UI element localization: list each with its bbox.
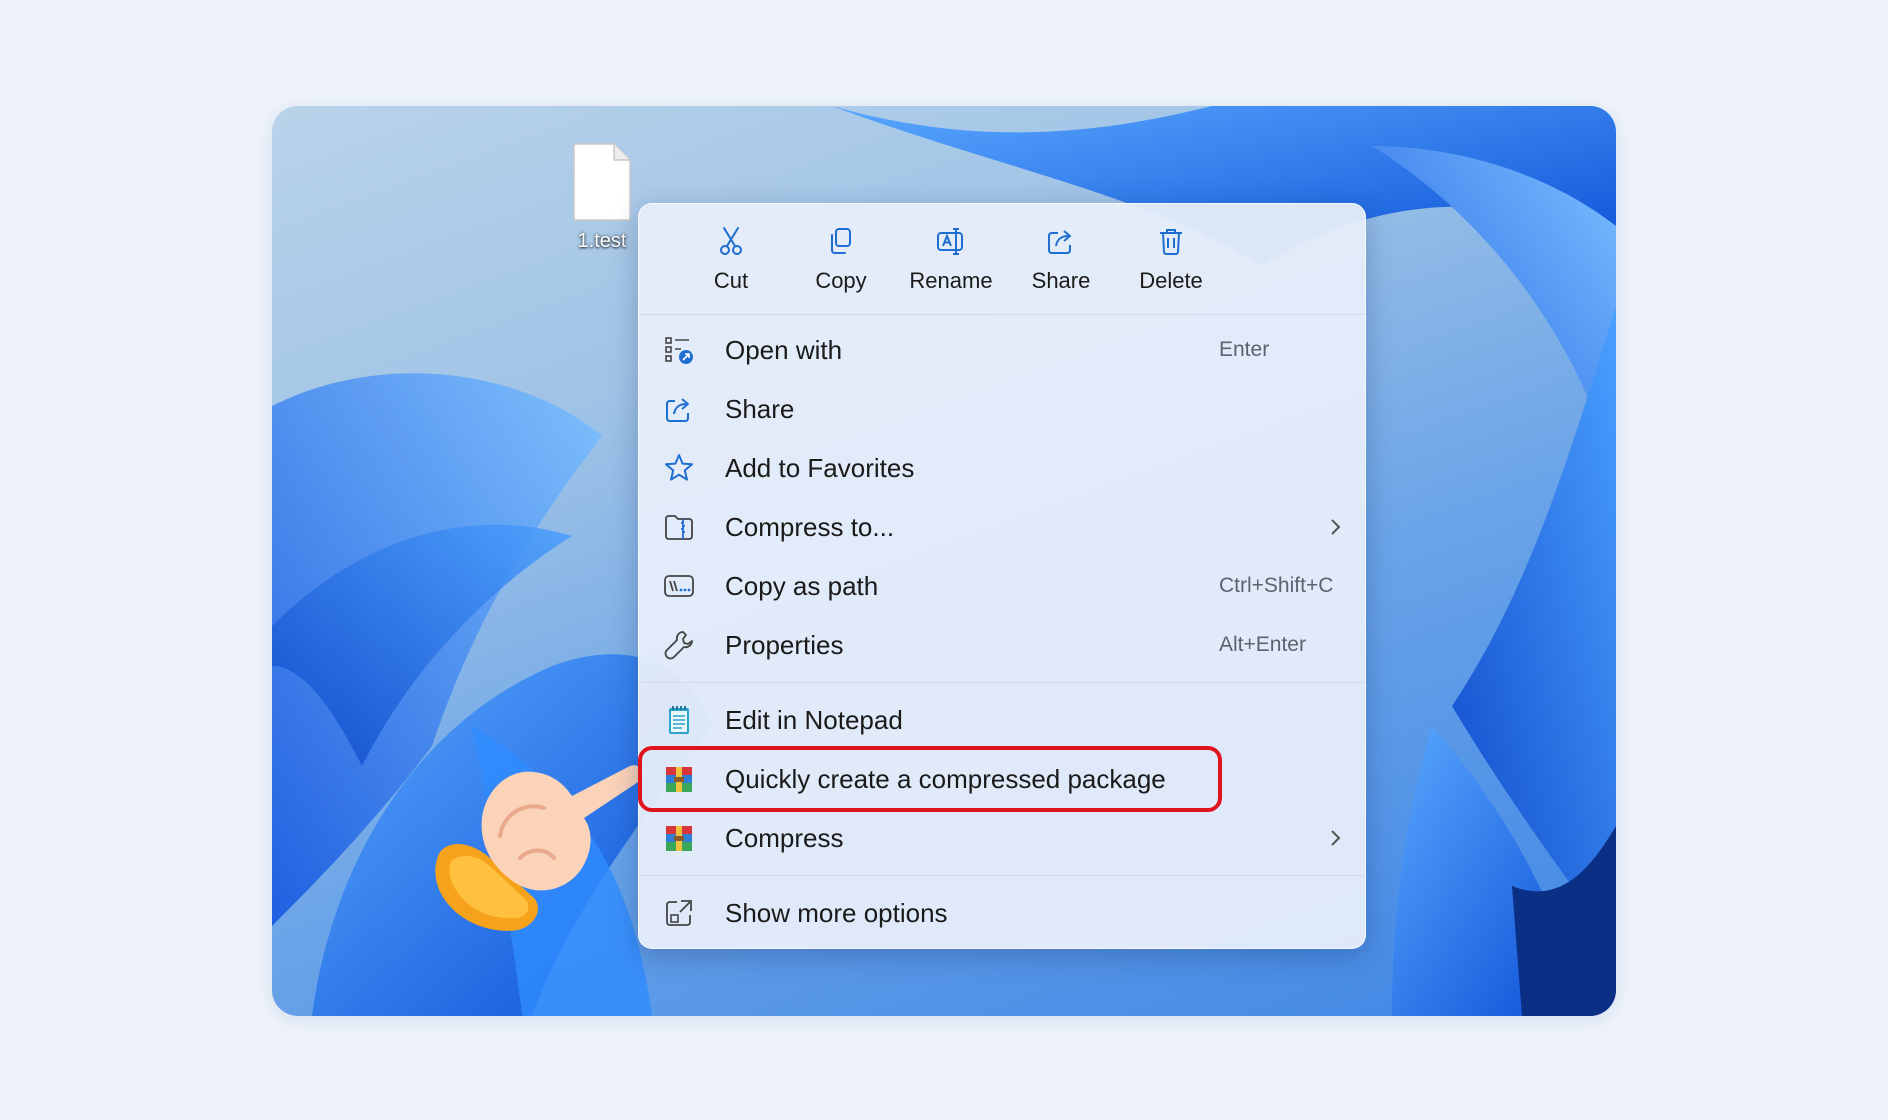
menu-item-open-with[interactable]: Open with Enter [645,322,1359,378]
open-with-icon [665,337,693,364]
delete-label: Delete [1139,268,1203,293]
menu-separator [639,314,1365,315]
notepad-icon [669,706,689,734]
rename-button[interactable]: Rename [899,222,1003,306]
menu-item-compress[interactable]: Compress [645,810,1359,866]
menu-item-edit-in-notepad[interactable]: Edit in Notepad [645,692,1359,748]
menu-item-add-to-favorites[interactable]: Add to Favorites [645,440,1359,496]
document-icon[interactable] [572,142,632,222]
share-toolbar-label: Share [1031,268,1091,293]
shortcut-text: Enter [1219,338,1270,361]
more-options-icon [666,900,692,926]
menu-item-share[interactable]: Share [645,381,1359,437]
shortcut-text: Ctrl+Shift+C [1219,574,1334,597]
scissors-icon [720,227,742,255]
copy-icon [831,228,851,254]
chevron-right-icon [1331,830,1341,846]
delete-button[interactable]: Delete [1119,222,1223,306]
rename-icon [937,228,963,255]
cut-label: Cut [713,268,749,293]
path-icon [664,575,694,597]
zip-folder-icon [665,515,693,540]
menu-item-label: Compress to... [725,511,895,542]
menu-item-label: Edit in Notepad [725,704,903,735]
context-menu: Cut Copy Rename Share Delete Open with E… [638,203,1366,949]
menu-separator [639,875,1365,876]
star-icon [665,454,693,481]
menu-item-label: Show more options [725,897,948,928]
menu-item-label: Share [725,393,795,424]
rename-label: Rename [909,268,993,293]
menu-item-label: Add to Favorites [725,452,915,483]
copy-label: Copy [815,268,867,293]
share-toolbar-button[interactable]: Share [1009,222,1113,306]
highlight-outline [638,746,1222,812]
shortcut-text: Alt+Enter [1219,633,1306,656]
cut-button[interactable]: Cut [679,222,783,306]
menu-item-copy-as-path[interactable]: Copy as path Ctrl+Shift+C [645,558,1359,614]
pointing-hand-icon [435,765,643,931]
trash-icon [1160,229,1182,255]
menu-item-label: Open with [725,334,843,365]
copy-button[interactable]: Copy [789,222,893,306]
wrench-icon [664,631,693,660]
menu-item-compress-to[interactable]: Compress to... [645,499,1359,555]
file-name-label[interactable]: 1.test [552,230,652,253]
menu-item-properties[interactable]: Properties Alt+Enter [645,617,1359,673]
chevron-right-icon [1331,519,1341,535]
share-icon [1048,230,1071,254]
menu-separator [639,682,1365,683]
menu-item-label: Compress [725,822,844,853]
archive-app-icon [666,826,692,851]
context-menu-toolbar: Cut Copy Rename Share Delete [639,204,1365,312]
menu-item-label: Properties [725,629,844,660]
menu-item-label: Copy as path [725,570,879,601]
share-icon [666,398,689,422]
menu-item-show-more-options[interactable]: Show more options [645,885,1359,941]
